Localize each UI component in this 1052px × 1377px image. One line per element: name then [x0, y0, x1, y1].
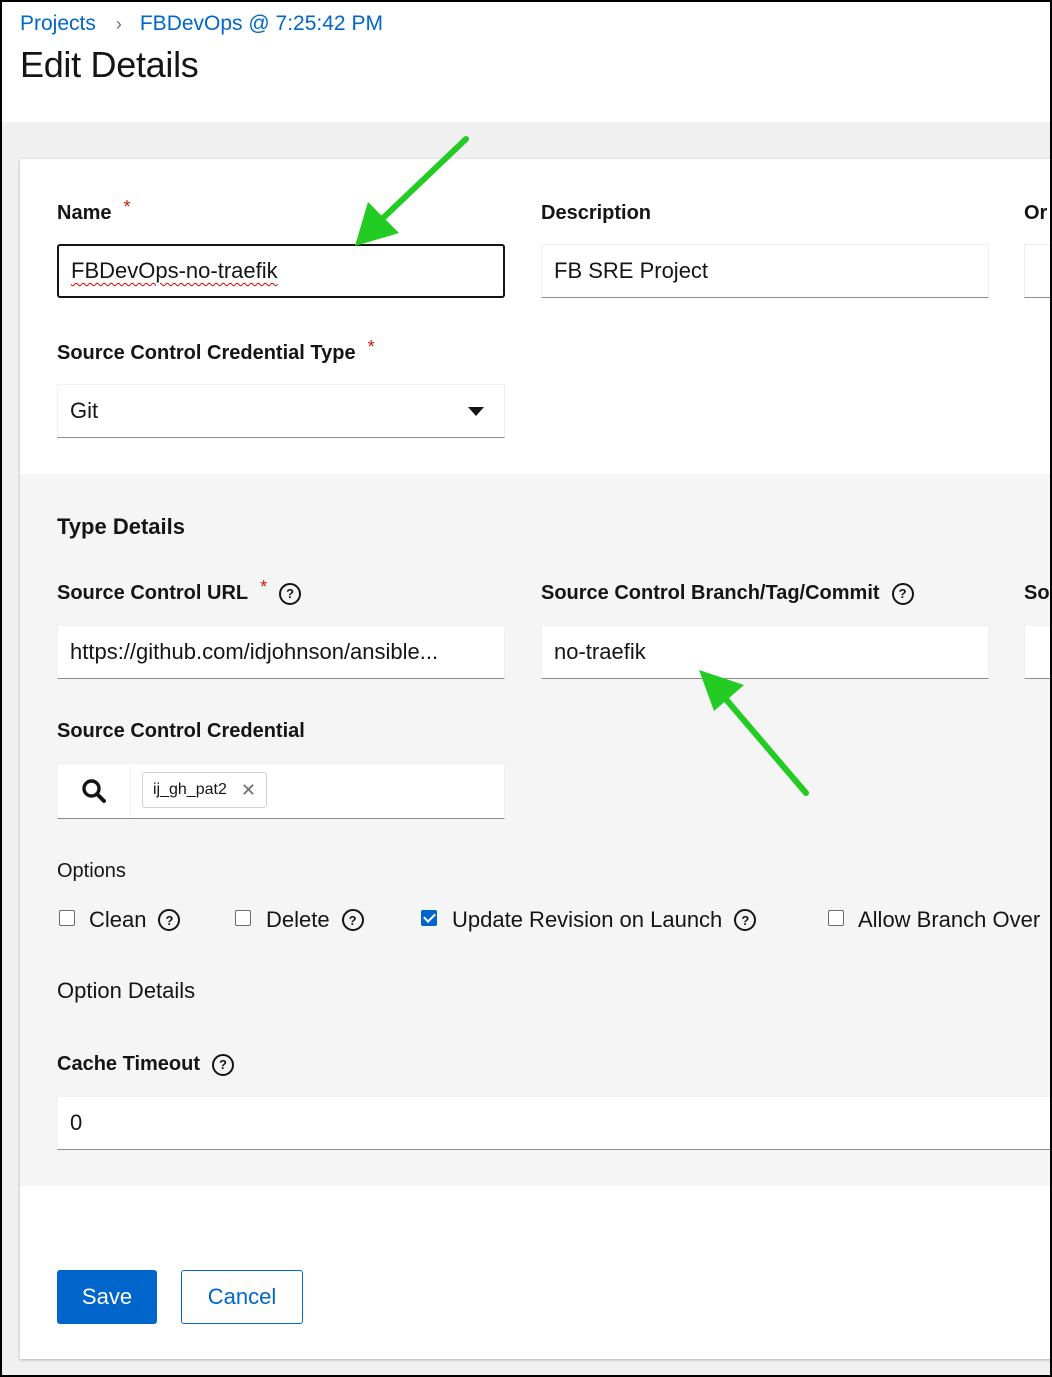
- scm-branch-value: no-traefik: [554, 639, 646, 664]
- scm-url-value: https://github.com/idjohnson/ansible...: [70, 639, 439, 664]
- allow-branch-override-option[interactable]: Allow Branch Over: [858, 907, 1040, 933]
- option-details-title: Option Details: [57, 978, 196, 1003]
- update-revision-option[interactable]: Update Revision on Launch ?: [452, 907, 757, 933]
- delete-checkbox[interactable]: [235, 910, 251, 926]
- type-details-title-text: Type Details: [57, 514, 185, 539]
- search-button[interactable]: [58, 764, 131, 818]
- name-label: Name *: [57, 197, 131, 225]
- save-button[interactable]: Save: [57, 1270, 157, 1324]
- description-label: Description: [541, 202, 651, 225]
- scm-type-value: Git: [70, 398, 99, 423]
- help-icon[interactable]: ?: [158, 909, 181, 931]
- scm-refspec-input[interactable]: [1024, 625, 1050, 679]
- scm-type-label: Source Control Credential Type *: [57, 337, 375, 365]
- description-label-text: Description: [541, 202, 652, 224]
- organization-label: Or: [1024, 202, 1047, 225]
- name-input-value: FBDevOps-no-traefik: [71, 258, 278, 283]
- update-revision-checkbox[interactable]: [421, 910, 437, 926]
- scm-branch-input[interactable]: no-traefik: [541, 625, 989, 679]
- allow-branch-override-checkbox[interactable]: [828, 910, 844, 926]
- window: Projects › FBDevOps @ 7:25:42 PM Edit De…: [0, 0, 1052, 1377]
- cache-timeout-label-text: Cache Timeout: [57, 1053, 200, 1075]
- clean-label: Clean: [89, 907, 147, 932]
- required-indicator: *: [123, 197, 131, 217]
- scm-branch-label-text: Source Control Branch/Tag/Commit: [541, 582, 880, 604]
- scm-branch-label: Source Control Branch/Tag/Commit ?: [541, 582, 914, 605]
- scm-credential-lookup[interactable]: ij_gh_pat2 ✕: [57, 763, 505, 819]
- caret-down-icon: [468, 407, 484, 416]
- help-icon[interactable]: ?: [212, 1053, 234, 1076]
- close-icon[interactable]: ✕: [241, 780, 256, 801]
- scm-refspec-label: So: [1024, 582, 1050, 605]
- description-input-value: FB SRE Project: [554, 258, 709, 283]
- description-input[interactable]: FB SRE Project: [541, 244, 989, 298]
- credential-chip: ij_gh_pat2 ✕: [142, 772, 267, 808]
- scm-url-label: Source Control URL * ?: [57, 577, 302, 605]
- cache-timeout-input[interactable]: 0: [57, 1096, 1050, 1150]
- update-revision-label: Update Revision on Launch: [452, 907, 723, 932]
- scm-type-label-text: Source Control Credential Type: [57, 342, 356, 364]
- breadcrumb-current-link[interactable]: FBDevOps @ 7:25:42 PM: [140, 12, 383, 36]
- scm-type-select[interactable]: Git: [57, 384, 505, 438]
- cancel-button[interactable]: Cancel: [181, 1270, 303, 1324]
- breadcrumb: Projects › FBDevOps @ 7:25:42 PM: [20, 10, 383, 38]
- cache-timeout-value: 0: [70, 1110, 83, 1135]
- search-icon: [82, 779, 106, 803]
- scm-credential-label-text: Source Control Credential: [57, 720, 305, 742]
- chevron-right-icon: ›: [115, 13, 122, 34]
- cache-timeout-label: Cache Timeout ?: [57, 1053, 234, 1076]
- help-icon[interactable]: ?: [734, 909, 757, 931]
- scm-refspec-label-text: So: [1024, 582, 1050, 604]
- options-label-text: Options: [57, 860, 126, 882]
- name-input[interactable]: FBDevOps-no-traefik: [57, 244, 505, 298]
- breadcrumb-projects-link[interactable]: Projects: [20, 12, 96, 36]
- credential-chip-label: ij_gh_pat2: [153, 781, 227, 798]
- allow-branch-override-label: Allow Branch Over: [858, 907, 1041, 932]
- scm-url-label-text: Source Control URL: [57, 582, 249, 604]
- help-icon[interactable]: ?: [891, 582, 914, 605]
- options-label: Options: [57, 860, 126, 883]
- scm-url-input[interactable]: https://github.com/idjohnson/ansible...: [57, 625, 505, 679]
- delete-label: Delete: [266, 907, 330, 932]
- clean-checkbox[interactable]: [59, 910, 75, 926]
- delete-option[interactable]: Delete ?: [266, 907, 364, 933]
- scm-credential-label: Source Control Credential: [57, 720, 305, 743]
- name-label-text: Name: [57, 202, 112, 224]
- help-icon[interactable]: ?: [279, 582, 302, 605]
- required-indicator: *: [260, 577, 268, 597]
- help-icon[interactable]: ?: [341, 909, 364, 931]
- organization-label-text: Or: [1024, 202, 1048, 224]
- page-title: Edit Details: [20, 44, 199, 85]
- required-indicator: *: [367, 337, 375, 357]
- clean-option[interactable]: Clean ?: [89, 907, 181, 933]
- type-details-section: [20, 474, 1050, 1186]
- type-details-title: Type Details: [57, 514, 185, 540]
- organization-input[interactable]: [1024, 244, 1050, 298]
